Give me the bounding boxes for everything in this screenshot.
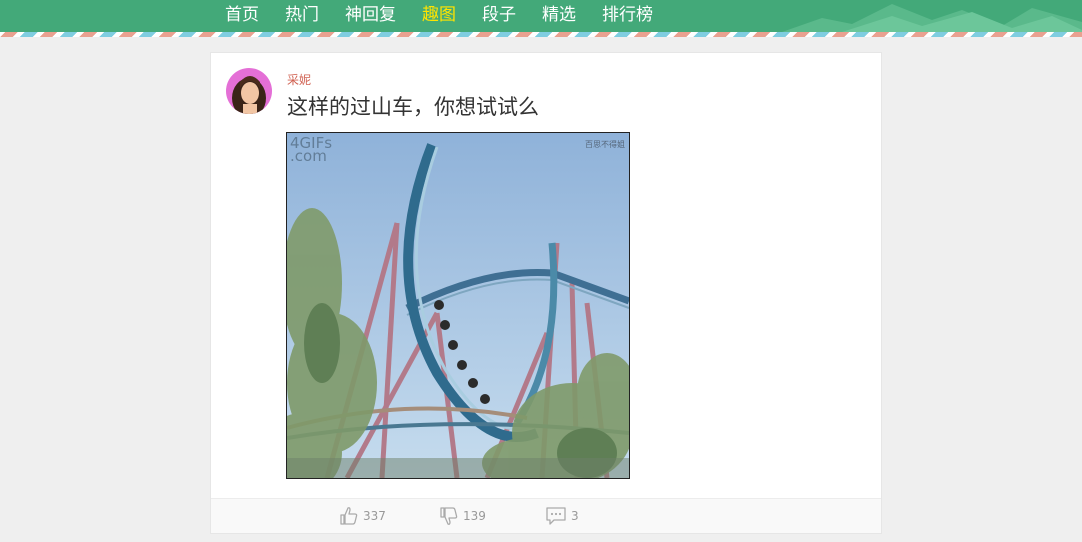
post-card: 采妮 这样的过山车，你想试试么 4GIFs .com 百思不得姐 337 139… bbox=[210, 52, 882, 534]
thumbs-down-icon bbox=[440, 507, 458, 525]
nav-item-funny-pics[interactable]: 趣图 bbox=[409, 0, 469, 32]
nav-item-featured[interactable]: 精选 bbox=[529, 0, 589, 32]
dislike-button[interactable]: 139 bbox=[439, 506, 486, 526]
nav-item-jokes[interactable]: 段子 bbox=[469, 0, 529, 32]
nav-item-god-replies[interactable]: 神回复 bbox=[332, 0, 409, 32]
airmail-stripe-divider bbox=[0, 32, 1082, 37]
gif-watermark: 4GIFs .com bbox=[290, 134, 333, 165]
nav-item-home[interactable]: 首页 bbox=[212, 0, 272, 32]
author-avatar[interactable] bbox=[226, 68, 272, 114]
comment-bubble-icon bbox=[546, 507, 566, 525]
main-nav: 首页 热门 神回复 趣图 段子 精选 排行榜 bbox=[212, 0, 666, 32]
like-count: 337 bbox=[363, 509, 386, 523]
top-nav-bar: 首页 热门 神回复 趣图 段子 精选 排行榜 bbox=[0, 0, 1082, 32]
author-name[interactable]: 采妮 bbox=[287, 71, 311, 88]
comment-count: 3 bbox=[571, 509, 579, 523]
comment-button[interactable]: 3 bbox=[545, 506, 579, 526]
post-gif-image[interactable]: 4GIFs .com 百思不得姐 bbox=[286, 132, 630, 479]
thumbs-up-icon bbox=[340, 507, 358, 525]
post-action-bar: 337 139 3 bbox=[211, 498, 881, 533]
nav-item-rankings[interactable]: 排行榜 bbox=[589, 0, 666, 32]
like-button[interactable]: 337 bbox=[339, 506, 386, 526]
post-title: 这样的过山车，你想试试么 bbox=[287, 95, 539, 119]
mountains-decoration bbox=[782, 4, 1082, 32]
dislike-count: 139 bbox=[463, 509, 486, 523]
nav-item-hot[interactable]: 热门 bbox=[272, 0, 332, 32]
gif-corner-text: 百思不得姐 bbox=[585, 140, 625, 149]
